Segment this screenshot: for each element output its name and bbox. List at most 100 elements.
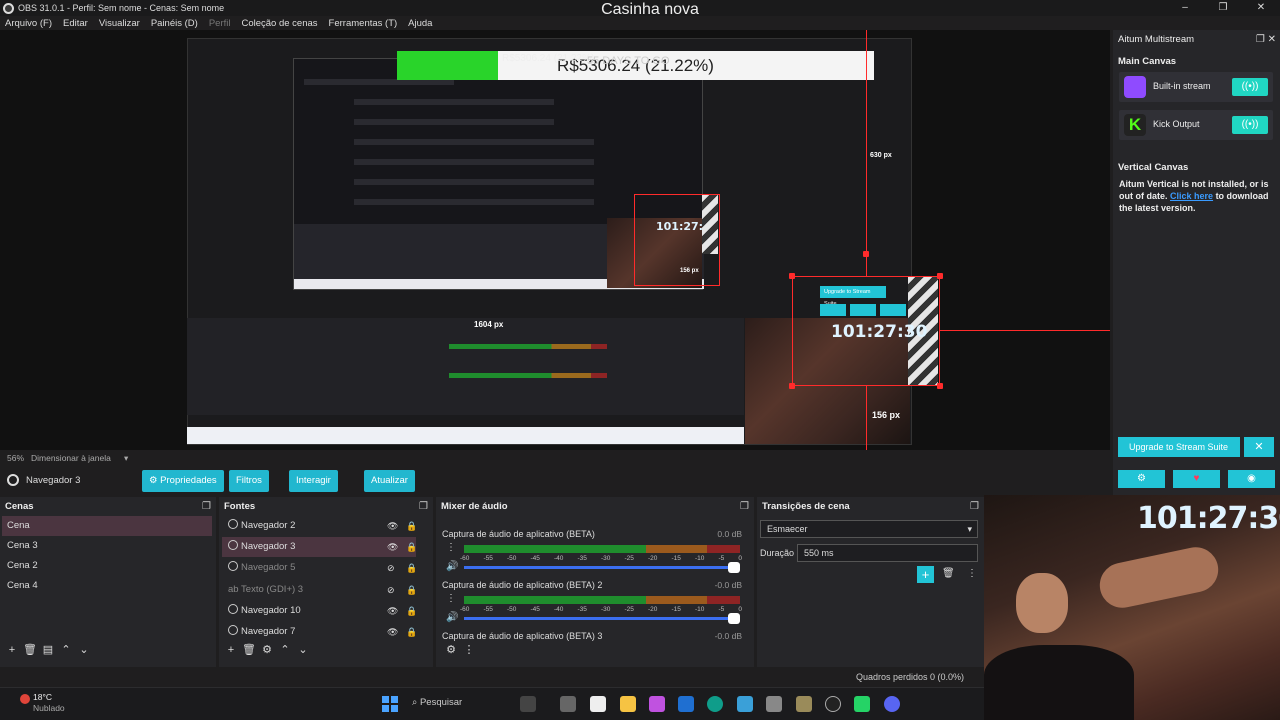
obs-taskbar-icon[interactable]	[825, 696, 841, 712]
trash-icon[interactable]: 🗑	[21, 643, 39, 656]
resize-handle[interactable]	[789, 273, 795, 279]
close-icon[interactable]: ✕	[1244, 437, 1274, 457]
eye-icon[interactable]: 👁	[387, 601, 398, 621]
source-item[interactable]: Navegador 7 👁 🔒	[222, 622, 417, 642]
move-up-icon[interactable]: ⌃	[276, 643, 294, 656]
lock-icon[interactable]: 🔒	[406, 558, 417, 578]
volume-slider[interactable]	[464, 617, 740, 620]
eye-icon[interactable]: 👁	[387, 622, 398, 642]
properties-button[interactable]: ⚙ Propriedades	[142, 470, 224, 492]
scene-item[interactable]: Cena 4	[2, 576, 212, 596]
gear-icon[interactable]: ⚙	[442, 643, 460, 656]
menu-view[interactable]: Visualizar	[99, 18, 140, 29]
gear-icon[interactable]: ⚙	[258, 643, 276, 656]
close-icon[interactable]: ✕	[1242, 0, 1280, 16]
dock-float-icon[interactable]: ❐	[419, 501, 428, 512]
add-transition-button[interactable]: +	[917, 566, 934, 583]
add-icon[interactable]: +	[222, 644, 240, 656]
upgrade-stream-suite-button[interactable]: Upgrade to Stream Suite	[1118, 437, 1240, 457]
eye-icon[interactable]: 👁	[387, 537, 398, 557]
zoom-mode[interactable]: Dimensionar à janela	[31, 453, 111, 463]
eye-hidden-icon[interactable]: ⊘	[387, 580, 395, 600]
menu-file[interactable]: Arquivo (F)	[5, 18, 52, 29]
rotate-handle[interactable]	[863, 251, 869, 257]
edge-icon[interactable]	[707, 696, 723, 712]
chevron-down-icon[interactable]: ▾	[124, 453, 128, 464]
taskbar-app-icon[interactable]	[796, 696, 812, 712]
gear-icon[interactable]: ⚙	[1118, 470, 1165, 488]
menu-dots-icon[interactable]: ⋮	[967, 568, 977, 579]
transition-select[interactable]: Esmaecer ▾	[760, 520, 978, 538]
lock-icon[interactable]: 🔒	[406, 580, 417, 600]
taskbar-app-icon[interactable]	[766, 696, 782, 712]
discord-icon[interactable]	[884, 696, 900, 712]
menu-tools[interactable]: Ferramentas (T)	[329, 18, 398, 29]
taskbar-app-icon[interactable]	[560, 696, 576, 712]
eye-hidden-icon[interactable]: ⊘	[387, 558, 395, 578]
dock-float-icon[interactable]: ❐ ✕	[1256, 34, 1276, 45]
trash-icon[interactable]: 🗑	[942, 568, 955, 579]
heart-icon[interactable]: ♥	[1173, 470, 1220, 488]
scene-item[interactable]: Cena 2	[2, 556, 212, 576]
add-icon[interactable]: +	[3, 644, 21, 656]
dock-float-icon[interactable]: ❐	[740, 501, 749, 512]
source-item[interactable]: Navegador 2 👁 🔒	[222, 516, 417, 536]
stream-toggle-button[interactable]: ((•))	[1232, 78, 1268, 96]
lock-icon[interactable]: 🔒	[406, 622, 417, 642]
scene-item[interactable]: Cena	[2, 516, 212, 536]
folder-icon[interactable]	[620, 696, 636, 712]
speaker-icon[interactable]: 🔊	[446, 561, 458, 572]
source-item[interactable]: Navegador 5 ⊘ 🔒	[222, 558, 417, 578]
taskbar-app-icon[interactable]	[854, 696, 870, 712]
selection-box[interactable]	[792, 276, 940, 386]
dock-float-icon[interactable]: ❐	[970, 501, 979, 512]
menu-dots-icon[interactable]: ⋮	[460, 643, 478, 656]
move-down-icon[interactable]: ⌄	[294, 643, 312, 656]
volume-slider-handle[interactable]	[728, 613, 740, 624]
taskbar-app-icon[interactable]	[649, 696, 665, 712]
filters-button[interactable]: Filtros	[229, 470, 269, 492]
lock-icon[interactable]: 🔒	[406, 516, 417, 536]
volume-slider[interactable]	[464, 566, 740, 569]
vertical-canvas-title: Vertical Canvas	[1118, 162, 1189, 173]
lock-icon[interactable]: 🔒	[406, 537, 417, 557]
dock-float-icon[interactable]: ❐	[202, 501, 211, 512]
taskbar-app-icon[interactable]	[590, 696, 606, 712]
menu-dots-icon[interactable]: ⋮	[446, 542, 456, 553]
taskbar-search[interactable]: ⌕ Pesquisar	[412, 697, 462, 708]
move-down-icon[interactable]: ⌄	[75, 643, 93, 656]
scene-item[interactable]: Cena 3	[2, 536, 212, 556]
menu-edit[interactable]: Editar	[63, 18, 88, 29]
taskbar-app-icon[interactable]	[737, 696, 753, 712]
menu-dots-icon[interactable]: ⋮	[446, 593, 456, 604]
shield-icon[interactable]: ◉	[1228, 470, 1275, 488]
trash-icon[interactable]: 🗑	[240, 643, 258, 656]
taskbar-app-icon[interactable]	[520, 696, 536, 712]
source-item[interactable]: Navegador 3 👁 🔒	[222, 537, 417, 557]
maximize-icon[interactable]: ❐	[1204, 0, 1242, 16]
preview-canvas[interactable]: R$5306.24 (21.22%) R$5306.24 (21.22%) 55…	[0, 30, 1110, 450]
store-icon[interactable]	[678, 696, 694, 712]
menu-scene-collection[interactable]: Coleção de cenas	[241, 18, 317, 29]
resize-handle[interactable]	[937, 383, 943, 389]
minimize-icon[interactable]: –	[1166, 0, 1204, 16]
volume-slider-handle[interactable]	[728, 562, 740, 573]
windows-start-icon[interactable]	[382, 696, 398, 712]
resize-handle[interactable]	[937, 273, 943, 279]
stream-toggle-button[interactable]: ((•))	[1232, 116, 1268, 134]
source-item[interactable]: ab Texto (GDI+) 3 ⊘ 🔒	[222, 580, 417, 600]
filter-icon[interactable]: ▤	[39, 643, 57, 656]
lock-icon[interactable]: 🔒	[406, 601, 417, 621]
eye-icon[interactable]: 👁	[387, 516, 398, 536]
duration-input[interactable]: 550 ms	[797, 544, 978, 562]
move-up-icon[interactable]: ⌃	[57, 643, 75, 656]
menu-docks[interactable]: Painéis (D)	[151, 18, 198, 29]
refresh-button[interactable]: Atualizar	[364, 470, 415, 492]
menu-help[interactable]: Ajuda	[408, 18, 432, 29]
vertical-download-link[interactable]: Click here	[1170, 191, 1213, 201]
menu-profile[interactable]: Perfil	[209, 18, 231, 29]
speaker-icon[interactable]: 🔊	[446, 612, 458, 623]
resize-handle[interactable]	[789, 383, 795, 389]
source-item[interactable]: Navegador 10 👁 🔒	[222, 601, 417, 621]
interact-button[interactable]: Interagir	[289, 470, 338, 492]
